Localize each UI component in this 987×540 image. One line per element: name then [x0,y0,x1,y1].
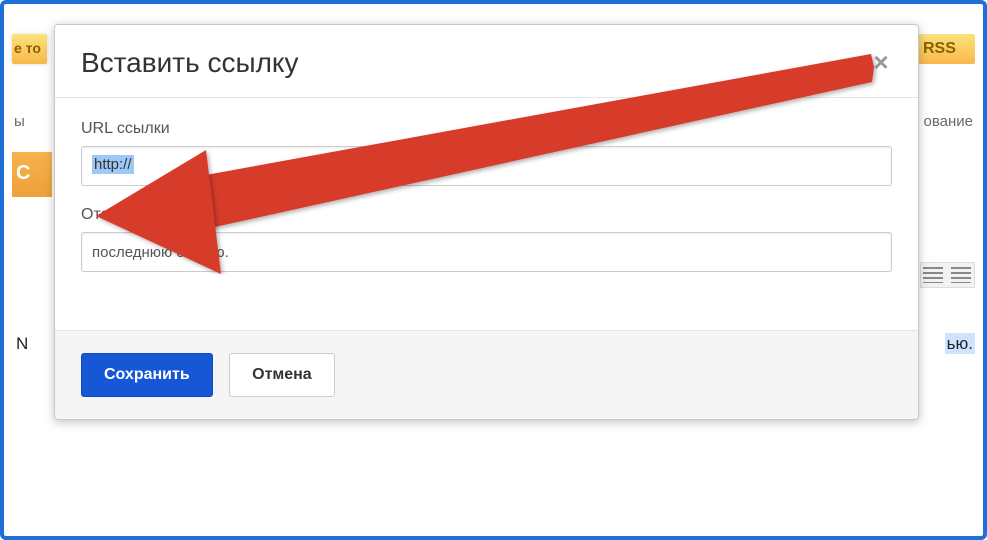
bg-rss-badge: RSS [915,34,975,64]
text-label: Отображаемый текст [81,206,892,224]
dialog-title: Вставить ссылку [81,47,892,79]
bg-editor-toolbar [920,262,975,288]
url-field-group: URL ссылки http:// [81,120,892,186]
dialog-footer: Сохранить Отмена [55,330,918,419]
url-input-value: http:// [92,155,134,174]
url-input[interactable]: http:// [81,146,892,186]
bg-nav-left-text: ы [14,113,25,130]
cancel-button[interactable]: Отмена [229,353,335,397]
bg-nav-right-text: ование [924,113,974,130]
display-text-input[interactable] [81,232,892,272]
close-icon[interactable]: × [866,47,896,77]
viewport-frame: е то RSS ы ование С N ью. Вставить ссылк… [0,0,987,540]
text-field-group: Отображаемый текст [81,206,892,272]
align-icon [923,267,943,283]
url-label: URL ссылки [81,120,892,138]
align-icon [951,267,971,283]
bg-tab-fragment: е то [12,34,47,64]
bg-text-highlight: ью. [945,333,975,354]
insert-link-dialog: Вставить ссылку × URL ссылки http:// Ото… [54,24,919,420]
bg-char-n: N [16,334,28,354]
bg-text-fragment: ью. [945,334,975,354]
dialog-body: URL ссылки http:// Отображаемый текст [55,98,918,330]
save-button[interactable]: Сохранить [81,353,213,397]
dialog-header: Вставить ссылку × [55,25,918,98]
bg-heading-fragment: С [12,152,52,197]
